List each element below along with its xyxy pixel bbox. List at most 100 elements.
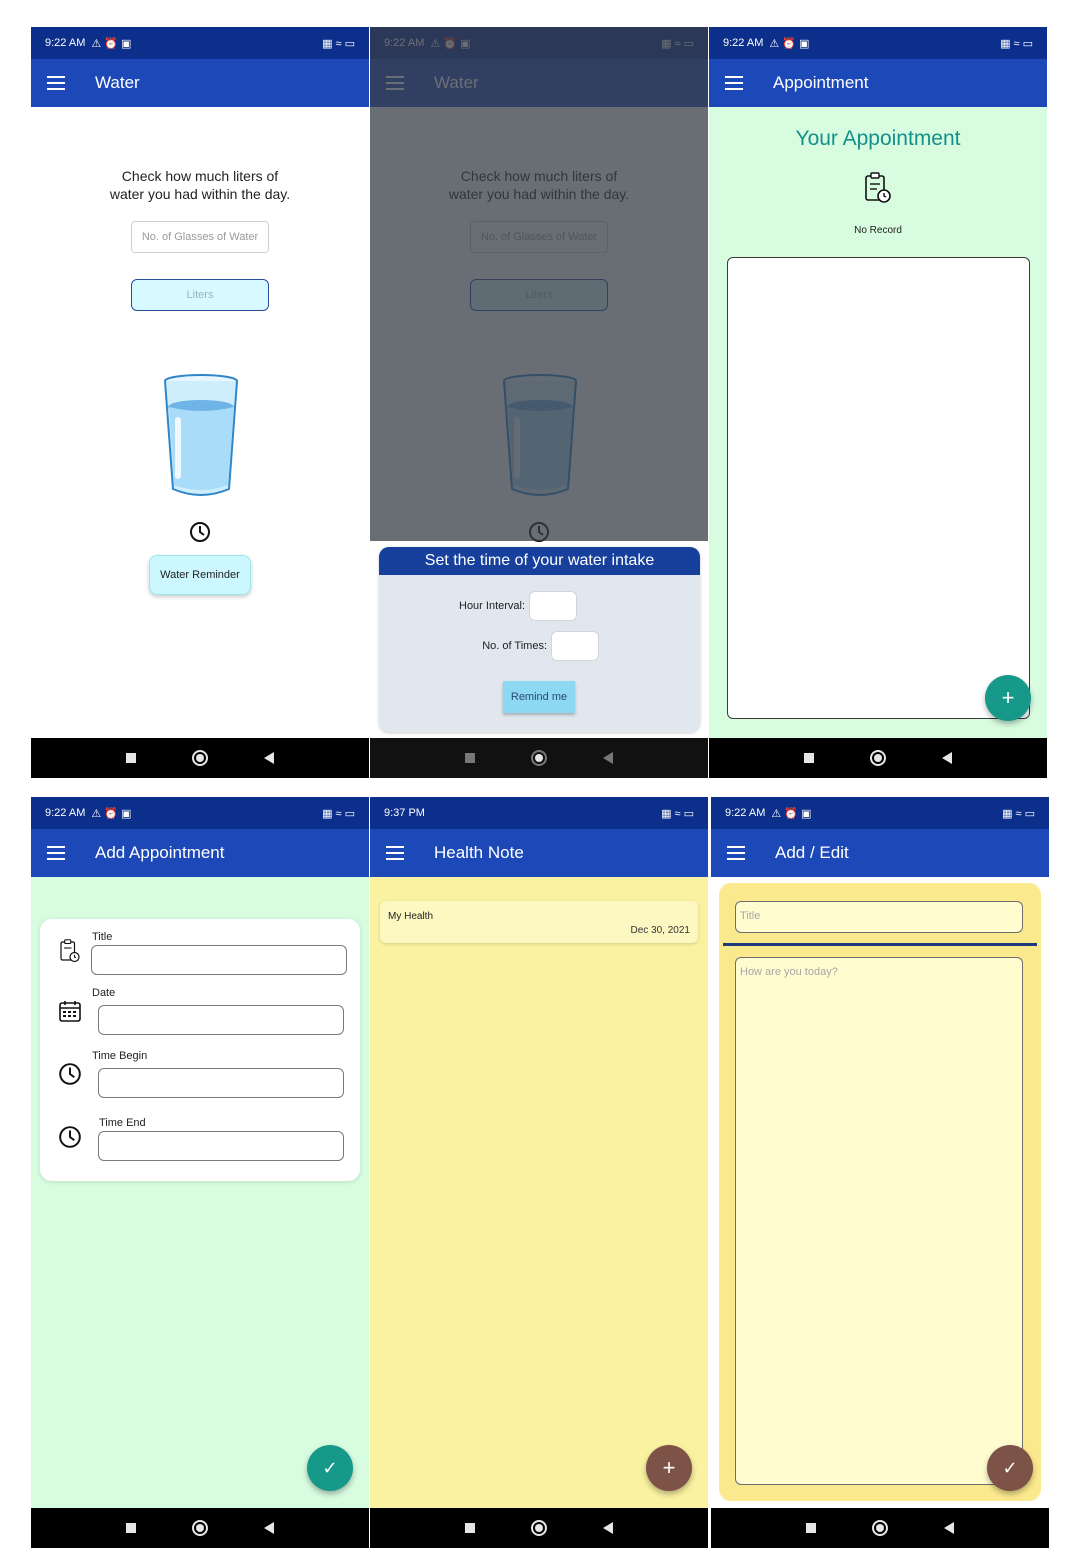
time-end-field[interactable] bbox=[98, 1131, 344, 1161]
health-note-screen: 9:37 PM ▦ ≈ ▭ Health Note My Health Dec … bbox=[370, 797, 708, 1548]
notification-icons: ⚠ ⏰ ▣ bbox=[771, 807, 812, 820]
clock-icon bbox=[190, 522, 210, 542]
back-icon[interactable] bbox=[942, 752, 952, 764]
dim-overlay[interactable] bbox=[370, 27, 708, 541]
app-bar: Health Note bbox=[370, 829, 708, 877]
notification-icons: ⚠ ⏰ ▣ bbox=[91, 37, 132, 50]
hour-interval-input[interactable] bbox=[529, 591, 578, 621]
system-icons: ▦ ≈ ▭ bbox=[1000, 37, 1033, 50]
page-title: Add Appointment bbox=[95, 843, 225, 862]
home-icon[interactable] bbox=[531, 1520, 547, 1536]
appointment-heading: Your Appointment bbox=[795, 127, 961, 150]
times-row: No. of Times: bbox=[459, 631, 599, 661]
system-icons: ▦ ≈ ▭ bbox=[322, 37, 355, 50]
calendar-icon bbox=[59, 1001, 81, 1022]
health-note-content: My Health Dec 30, 2021 + bbox=[370, 877, 708, 1508]
back-icon[interactable] bbox=[944, 1522, 954, 1534]
add-appointment-content: Title Date Time Begin Time End ✓ bbox=[31, 877, 369, 1508]
note-item[interactable]: My Health Dec 30, 2021 bbox=[380, 901, 698, 943]
note-date: Dec 30, 2021 bbox=[630, 925, 691, 936]
add-appointment-button[interactable]: + bbox=[985, 675, 1031, 721]
status-bar: 9:22 AM ⚠ ⏰ ▣ ▦ ≈ ▭ bbox=[31, 797, 369, 829]
glasses-input[interactable]: No. of Glasses of Water bbox=[131, 221, 269, 253]
status-time: 9:22 AM bbox=[45, 37, 86, 49]
status-time: 9:22 AM bbox=[725, 807, 766, 819]
add-note-button[interactable]: + bbox=[646, 1445, 692, 1491]
menu-icon[interactable] bbox=[386, 846, 404, 860]
page-title: Health Note bbox=[434, 843, 524, 862]
notification-icons: ⚠ ⏰ ▣ bbox=[91, 807, 132, 820]
clock-icon bbox=[59, 1126, 81, 1148]
system-icons: ▦ ≈ ▭ bbox=[1002, 807, 1035, 820]
recents-icon[interactable] bbox=[126, 753, 136, 763]
menu-icon[interactable] bbox=[725, 76, 743, 90]
note-editor: Title How are you today? bbox=[719, 883, 1041, 1501]
hour-interval-label: Hour Interval: bbox=[459, 600, 526, 612]
title-field[interactable] bbox=[91, 945, 347, 975]
recents-icon[interactable] bbox=[465, 1523, 475, 1533]
app-bar: Appointment bbox=[709, 59, 1047, 107]
status-time: 9:22 AM bbox=[45, 807, 86, 819]
appointment-list[interactable] bbox=[727, 257, 1030, 719]
hour-interval-row: Hour Interval: bbox=[459, 591, 578, 621]
time-begin-label: Time Begin bbox=[92, 1050, 148, 1062]
times-input[interactable] bbox=[551, 631, 599, 661]
save-note-button[interactable]: ✓ bbox=[987, 1445, 1033, 1491]
appointment-screen: 9:22 AM ⚠ ⏰ ▣ ▦ ≈ ▭ Appointment Your App… bbox=[709, 27, 1047, 778]
save-appointment-button[interactable]: ✓ bbox=[307, 1445, 353, 1491]
recents-icon[interactable] bbox=[804, 753, 814, 763]
status-time: 9:37 PM bbox=[384, 807, 425, 819]
date-field[interactable] bbox=[98, 1005, 344, 1035]
dialog-title: Set the time of your water intake bbox=[379, 547, 700, 575]
time-begin-field[interactable] bbox=[98, 1068, 344, 1098]
back-icon[interactable] bbox=[603, 1522, 613, 1534]
home-icon[interactable] bbox=[192, 1520, 208, 1536]
back-icon[interactable] bbox=[264, 752, 274, 764]
record-clock-icon bbox=[60, 939, 80, 963]
page-title: Water bbox=[95, 73, 140, 92]
clock-icon bbox=[59, 1063, 81, 1085]
water-content: Check how much liters of water you had w… bbox=[31, 107, 369, 738]
back-icon[interactable] bbox=[264, 1522, 274, 1534]
plus-icon: + bbox=[1001, 685, 1015, 710]
notification-icons: ⚠ ⏰ ▣ bbox=[769, 37, 810, 50]
title-label: Title bbox=[92, 931, 113, 943]
home-icon[interactable] bbox=[872, 1520, 888, 1536]
liters-field[interactable]: Liters bbox=[131, 279, 269, 311]
status-time: 9:22 AM bbox=[723, 37, 764, 49]
add-appointment-screen: 9:22 AM ⚠ ⏰ ▣ ▦ ≈ ▭ Add Appointment Titl… bbox=[31, 797, 369, 1548]
note-title: My Health bbox=[388, 911, 434, 922]
water-reminder-button[interactable]: Water Reminder bbox=[149, 555, 251, 595]
app-bar: Add / Edit bbox=[711, 829, 1049, 877]
note-body-input[interactable]: How are you today? bbox=[735, 957, 1023, 1485]
system-nav-bar bbox=[709, 738, 1047, 778]
recents-icon[interactable] bbox=[465, 753, 475, 763]
water-glass-icon bbox=[164, 374, 238, 496]
add-edit-content: Title How are you today? ✓ bbox=[711, 877, 1049, 1508]
recents-icon[interactable] bbox=[126, 1523, 136, 1533]
home-icon[interactable] bbox=[870, 750, 886, 766]
menu-icon[interactable] bbox=[47, 76, 65, 90]
remind-me-button[interactable]: Remind me bbox=[503, 681, 575, 713]
system-nav-bar bbox=[370, 738, 708, 778]
divider bbox=[723, 943, 1037, 946]
note-title-input[interactable]: Title bbox=[735, 901, 1023, 933]
water-screen: 9:22 AM ⚠ ⏰ ▣ ▦ ≈ ▭ Water Check how much… bbox=[31, 27, 369, 778]
water-prompt: Check how much liters of water you had w… bbox=[109, 168, 291, 202]
appointment-form: Title Date Time Begin Time End bbox=[40, 919, 360, 1181]
status-bar: 9:22 AM ⚠ ⏰ ▣ ▦ ≈ ▭ bbox=[31, 27, 369, 59]
home-icon[interactable] bbox=[192, 750, 208, 766]
home-icon[interactable] bbox=[531, 750, 547, 766]
check-icon: ✓ bbox=[1002, 1457, 1018, 1478]
plus-icon: + bbox=[662, 1455, 676, 1480]
menu-icon[interactable] bbox=[727, 846, 745, 860]
back-icon[interactable] bbox=[603, 752, 613, 764]
menu-icon[interactable] bbox=[47, 846, 65, 860]
status-bar: 9:22 AM ⚠ ⏰ ▣ ▦ ≈ ▭ bbox=[709, 27, 1047, 59]
system-icons: ▦ ≈ ▭ bbox=[322, 807, 355, 820]
app-bar: Water bbox=[31, 59, 369, 107]
no-record-text: No Record bbox=[854, 225, 902, 236]
recents-icon[interactable] bbox=[806, 1523, 816, 1533]
time-end-label: Time End bbox=[99, 1117, 146, 1129]
check-icon: ✓ bbox=[322, 1457, 338, 1478]
